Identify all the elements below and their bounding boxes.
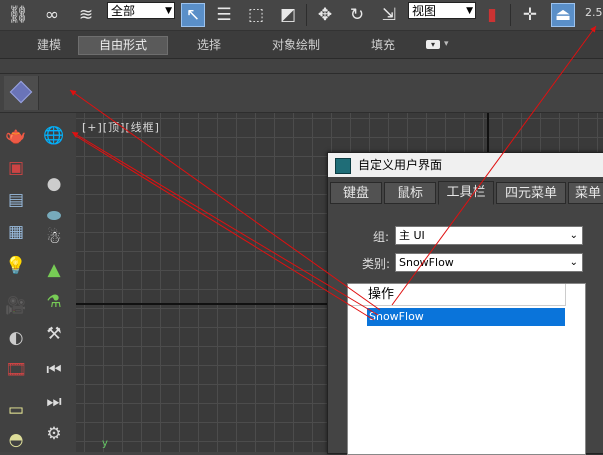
- tab-modeling[interactable]: 建模: [26, 37, 72, 54]
- select-object-icon[interactable]: ↖: [181, 3, 205, 27]
- toolbar-divider: [510, 4, 511, 26]
- ribbon-tabs: 建模 自由形式 选择 对象绘制 填充 ▾ ▾: [0, 31, 603, 59]
- ribbon-panel-strip: [0, 59, 603, 74]
- reference-coord-dropdown[interactable]: 视图 ▼: [408, 2, 476, 19]
- dome-icon[interactable]: ◓: [2, 427, 30, 453]
- table-icon[interactable]: ▦: [2, 219, 30, 245]
- teapot-icon[interactable]: 🫖: [2, 123, 30, 149]
- list-column-header[interactable]: 操作: [348, 284, 566, 306]
- graphite-panel: [0, 74, 603, 113]
- reference-coord-value: 视图: [412, 4, 437, 18]
- tab-selection[interactable]: 选择: [186, 37, 232, 54]
- group-dropdown[interactable]: 主 UI ⌄: [395, 226, 583, 245]
- gear-box-icon[interactable]: ⚙: [40, 421, 68, 447]
- rect-selection-icon[interactable]: ⬚: [244, 3, 268, 27]
- chevron-down-icon: ⌄: [569, 230, 578, 241]
- panel-icon[interactable]: ▭: [2, 397, 30, 423]
- axis-tripod-label: y: [102, 438, 108, 449]
- sphere-icon[interactable]: ●: [40, 171, 68, 197]
- snap-spinner-value[interactable]: 2.5: [585, 6, 603, 19]
- group-label: 组:: [373, 230, 390, 244]
- cloth-icon[interactable]: ▲: [40, 257, 68, 283]
- hammer-icon[interactable]: ⚒: [40, 321, 68, 347]
- move-icon[interactable]: ✥: [313, 3, 337, 27]
- selection-filter-value: 全部: [111, 4, 136, 18]
- tab-toolbars[interactable]: 工具栏: [438, 181, 494, 205]
- bind-spacewarp-icon[interactable]: ≋: [74, 3, 98, 27]
- app-icon: [335, 158, 351, 174]
- viewport-label[interactable]: [+][顶][线框]: [82, 119, 160, 135]
- scale-icon[interactable]: ⇲: [377, 3, 401, 27]
- list-item-selected[interactable]: SnowFlow: [367, 308, 565, 326]
- scene-explorer-icon[interactable]: 🌐: [40, 123, 68, 149]
- half-moon-icon[interactable]: ◐: [2, 325, 30, 351]
- window-crossing-icon[interactable]: ◩: [276, 3, 300, 27]
- watermark-url: jingyan.baidu.com: [466, 426, 568, 439]
- tab-keyboard[interactable]: 键盘: [330, 182, 382, 204]
- category-value: SnowFlow: [399, 256, 454, 269]
- ribbon-options-icon[interactable]: ▾: [426, 40, 440, 49]
- baidu-watermark: Baidu 经验 jingyan.baidu.com: [460, 396, 603, 452]
- biped-icon[interactable]: ☃: [40, 225, 68, 251]
- video-camera-icon[interactable]: 🎞: [2, 357, 30, 383]
- keyboard-shortcut-override-icon[interactable]: ⏏: [551, 3, 575, 27]
- select-by-name-icon[interactable]: ☰: [212, 3, 236, 27]
- dialog-title: 自定义用户界面: [358, 158, 443, 172]
- watermark-logo: Baidu 经验: [462, 402, 585, 427]
- tab-mouse[interactable]: 鼠标: [384, 182, 436, 204]
- chevron-down-icon[interactable]: ▾: [444, 39, 449, 49]
- chevron-down-icon: ▼: [466, 6, 473, 16]
- diamond-grid-icon: [9, 80, 33, 104]
- camera-icon[interactable]: 🎥: [2, 293, 30, 319]
- main-toolbar: ⛓ ∞ ≋ 全部 ▼ ↖ ☰ ⬚ ◩ ✥ ↻ ⇲ 视图 ▼ ▮ ✛ ⏏ 2.5: [0, 0, 603, 31]
- list-icon[interactable]: ▤: [2, 187, 30, 213]
- tab-quad-menus[interactable]: 四元菜单: [496, 182, 566, 204]
- toolbar-divider: [306, 4, 307, 26]
- dialog-titlebar[interactable]: 自定义用户界面: [328, 153, 603, 177]
- tab-object-paint[interactable]: 对象绘制: [260, 37, 332, 54]
- link-icon[interactable]: ⛓: [6, 3, 30, 27]
- group-value: 主 UI: [399, 229, 425, 242]
- rotate-icon[interactable]: ↻: [345, 3, 369, 27]
- tab-populate[interactable]: 填充: [360, 37, 406, 54]
- tab-freeform[interactable]: 自由形式: [78, 36, 168, 55]
- chevron-down-icon: ⌄: [569, 257, 578, 268]
- play-back-icon[interactable]: ⏮: [40, 357, 68, 383]
- render-frame-icon[interactable]: ▣: [2, 155, 30, 181]
- select-and-manipulate-icon[interactable]: ✛: [518, 3, 542, 27]
- chevron-down-icon: ▼: [165, 6, 172, 16]
- category-dropdown[interactable]: SnowFlow ⌄: [395, 253, 583, 272]
- unlink-icon[interactable]: ∞: [40, 3, 64, 27]
- panel-button[interactable]: [4, 76, 39, 110]
- left-command-toolbar: 🫖 🌐 ▣ ● ▤ ⬬ ▦ ☃ 💡 ▲ 🎥 ⚗ ◐ ⚒ 🎞 ⏮ ▭ ⏭ ◓ ⚙: [0, 113, 76, 452]
- selection-filter-dropdown[interactable]: 全部 ▼: [107, 2, 175, 19]
- play-forward-icon[interactable]: ⏭: [40, 389, 68, 415]
- pivot-center-icon[interactable]: ▮: [480, 3, 504, 27]
- light-bulb-icon[interactable]: 💡: [2, 253, 30, 279]
- tab-menus[interactable]: 菜单: [568, 182, 603, 204]
- category-label: 类别:: [362, 257, 391, 271]
- flask-icon[interactable]: ⚗: [40, 289, 68, 315]
